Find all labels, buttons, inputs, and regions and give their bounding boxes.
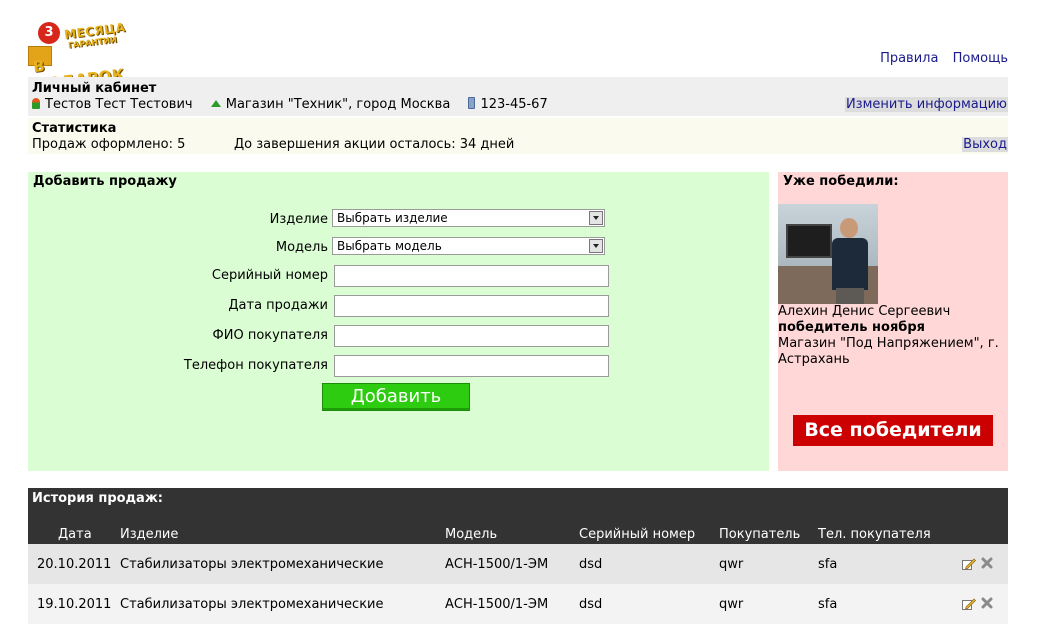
column-item: Изделие	[120, 527, 179, 542]
column-date: Дата	[58, 527, 92, 542]
column-model: Модель	[445, 527, 498, 542]
product-select-value: Выбрать изделие	[337, 211, 448, 225]
product-label: Изделие	[269, 212, 328, 227]
buyer-name-input[interactable]	[334, 325, 609, 347]
sales-count: Продаж оформлено: 5	[32, 137, 186, 152]
row-date: 20.10.2011	[37, 557, 112, 572]
winners-panel: Уже победили: Алехин Денис Сергеевич поб…	[778, 172, 1008, 471]
sale-date-input[interactable]	[334, 295, 609, 317]
row-buyer: qwr	[719, 557, 744, 572]
column-buyer-phone: Тел. покупателя	[818, 527, 931, 542]
cabinet-title: Личный кабинет	[32, 81, 157, 96]
days-left: До завершения акции осталось: 34 дней	[234, 137, 515, 152]
date-row: Дата продажи	[28, 295, 769, 317]
serial-row: Серийный номер	[28, 265, 769, 287]
row-model: АСН-1500/1-ЭМ	[445, 557, 549, 572]
cabinet-panel: Личный кабинет Тестов Тест Тестович Мага…	[28, 77, 1008, 116]
logo-badge: 3	[38, 22, 60, 44]
row-buyer-phone: sfa	[818, 597, 838, 612]
stats-title: Статистика	[32, 121, 117, 136]
add-sale-panel: Добавить продажу Изделие Выбрать изделие…	[28, 172, 769, 471]
model-select[interactable]: Выбрать модель	[332, 237, 605, 255]
row-model: АСН-1500/1-ЭМ	[445, 597, 549, 612]
buyer-label: ФИО покупателя	[212, 328, 328, 343]
buyer-phone-label: Телефон покупателя	[183, 358, 328, 373]
winners-title: Уже победили:	[783, 174, 899, 189]
delete-icon[interactable]	[981, 597, 993, 609]
rules-link[interactable]: Правила	[880, 51, 938, 66]
winner-shop: Магазин "Под Напряжением", г. Астрахань	[778, 336, 999, 367]
help-link[interactable]: Помощь	[953, 51, 1008, 66]
history-header: История продаж: Дата Изделие Модель Сери…	[28, 488, 1008, 544]
sales-history: История продаж: Дата Изделие Модель Сери…	[28, 488, 1008, 624]
shop-name: Магазин "Техник", город Москва	[225, 97, 451, 112]
edit-icon[interactable]	[962, 598, 976, 610]
row-item: Стабилизаторы электромеханические	[120, 597, 384, 612]
chevron-down-icon[interactable]	[589, 239, 603, 253]
home-icon	[210, 100, 221, 107]
edit-info-link[interactable]: Изменить информацию	[844, 97, 1008, 112]
phone-info: 123-45-67	[468, 97, 548, 112]
row-date: 19.10.2011	[37, 597, 112, 612]
column-serial: Серийный номер	[579, 527, 696, 542]
cabinet-info-row: Тестов Тест Тестович Магазин "Техник", г…	[32, 97, 562, 112]
user-info: Тестов Тест Тестович	[32, 97, 193, 112]
user-name: Тестов Тест Тестович	[45, 97, 193, 112]
shop-info: Магазин "Техник", город Москва	[210, 97, 451, 112]
row-buyer-phone: sfa	[818, 557, 838, 572]
model-label: Модель	[275, 240, 328, 255]
column-buyer: Покупатель	[719, 527, 801, 542]
serial-label: Серийный номер	[211, 268, 328, 283]
edit-icon[interactable]	[962, 558, 976, 570]
promo-logo: 3 МЕСЯЦА ГАРАНТИИ В ПОДАРОК	[28, 18, 134, 94]
buyer-phone-input[interactable]	[334, 355, 609, 377]
delete-icon[interactable]	[981, 557, 993, 569]
logout-link[interactable]: Выход	[962, 137, 1008, 152]
person-icon	[32, 98, 40, 109]
row-item: Стабилизаторы электромеханические	[120, 557, 384, 572]
table-row: 20.10.2011 Стабилизаторы электромеханиче…	[28, 544, 1008, 584]
history-title: История продаж:	[32, 491, 163, 506]
winner-photo	[778, 204, 878, 304]
serial-input[interactable]	[334, 265, 609, 287]
buyer-phone-row: Телефон покупателя	[28, 355, 769, 377]
phone-icon	[468, 97, 476, 109]
row-serial: dsd	[579, 597, 603, 612]
chevron-down-icon[interactable]	[589, 211, 603, 225]
top-links: Правила Помощь	[870, 51, 1008, 66]
product-select[interactable]: Выбрать изделие	[332, 209, 605, 227]
buyer-row: ФИО покупателя	[28, 325, 769, 347]
user-phone: 123-45-67	[480, 97, 548, 112]
winner-title: победитель ноября	[778, 320, 926, 335]
stats-panel: Статистика Продаж оформлено: 5 До заверш…	[28, 118, 1008, 154]
table-row: 19.10.2011 Стабилизаторы электромеханиче…	[28, 584, 1008, 624]
model-select-value: Выбрать модель	[337, 239, 442, 253]
row-buyer: qwr	[719, 597, 744, 612]
winner-name: Алехин Денис Сергеевич	[778, 304, 951, 319]
product-row: Изделие Выбрать изделие	[28, 209, 769, 231]
row-serial: dsd	[579, 557, 603, 572]
add-sale-button[interactable]: Добавить	[322, 383, 470, 411]
add-sale-title: Добавить продажу	[33, 174, 177, 189]
model-row: Модель Выбрать модель	[28, 237, 769, 259]
date-label: Дата продажи	[228, 298, 328, 313]
all-winners-button[interactable]: Все победители	[793, 415, 993, 446]
